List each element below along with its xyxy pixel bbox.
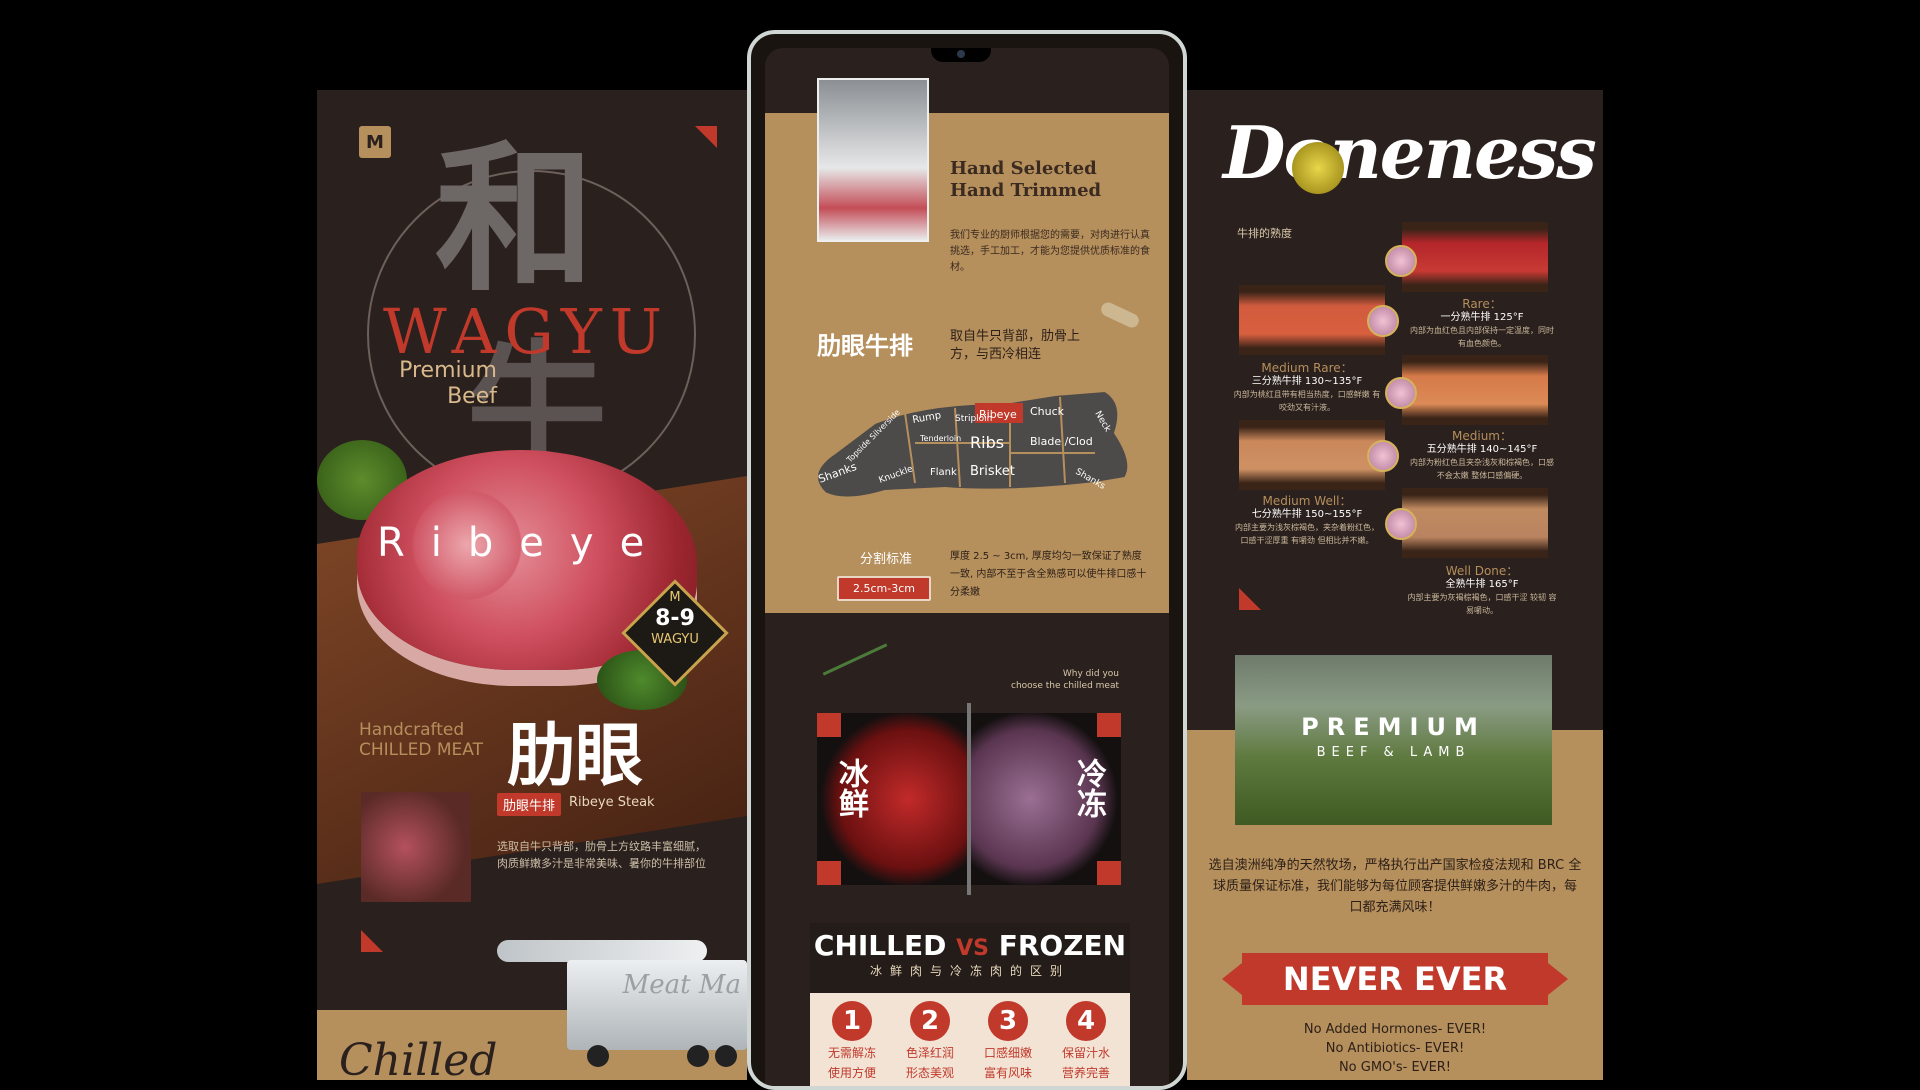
corner-accent — [817, 713, 841, 737]
ribeye-tag: 肋眼牛排 — [497, 793, 562, 816]
phone-screen: Hand Selected Hand Trimmed 我们专业的厨师根据您的需要，… — [765, 48, 1169, 1086]
rosemary-image — [822, 643, 888, 676]
never-ever-banner: NEVER EVER — [1222, 953, 1568, 1005]
corner-triangle-bottom — [361, 930, 383, 952]
cut-label: Chuck — [1030, 405, 1065, 418]
never-ever-list: No Added Hormones- EVER! No Antibiotics-… — [1187, 1020, 1603, 1077]
kanji-wa: 和 — [435, 126, 596, 313]
doneness-dot — [1367, 305, 1399, 337]
cut-label: Ribs — [970, 433, 1004, 452]
doneness-title: Doneness — [1223, 110, 1597, 195]
wagyu-flyer-panel: M 和 牛 WAGYU Premium Beef Ribeye M 8-9 WAGYU… — [317, 90, 747, 1080]
cut-label: Tenderloin — [919, 434, 961, 443]
benefit-item: 1 无需解冻 使用方便 — [816, 1001, 888, 1081]
doneness-subtitle: 牛排的熟度 — [1237, 227, 1292, 240]
doneness-rare: Rare： 一分熟牛排 125°F 内部为血红色且内部保持一定温度，同时有血色颜色。 — [1410, 297, 1554, 349]
benefit-item: 3 口感细嫩 富有风味 — [972, 1001, 1044, 1081]
steak-well-done-image — [1402, 488, 1548, 558]
ribeye-section-title: 肋眼牛排 — [817, 332, 913, 360]
steak-medium-rare-image — [1239, 285, 1385, 355]
doneness-dot — [1385, 245, 1417, 277]
chilled-vs-frozen-photo: 冰鲜 冷冻 — [817, 703, 1121, 895]
doneness-dot — [1385, 508, 1417, 540]
doneness-well-done: Well Done： 全熟牛排 165°F 内部主要为灰褐棕褐色，口感干涩 较韧 容… — [1407, 564, 1557, 616]
steak-rare-image — [1402, 222, 1548, 292]
doneness-medium: Medium： 五分熟牛排 140~145°F 内部为粉红色且夹杂浅灰和棕褐色，口感… — [1410, 429, 1554, 481]
truck-lettering: Meat Ma — [622, 970, 741, 1000]
corner-accent — [1097, 861, 1121, 885]
doneness-medium-rare: Medium Rare： 三分熟牛排 130~135°F 内部为桃红且带有相当热度，… — [1233, 361, 1381, 413]
steak-thumbnail — [361, 792, 471, 902]
phone-mockup: Hand Selected Hand Trimmed 我们专业的厨师根据您的需要，… — [747, 30, 1187, 1090]
ribeye-tag-en: Ribeye Steak — [569, 795, 655, 810]
premium-title: PREMIUM — [1301, 713, 1486, 741]
thickness-badge: 2.5cm-3cm — [837, 576, 931, 601]
cf-subtitle: 冰鲜肉与冷冻肉的区别 — [869, 964, 1070, 978]
doneness-medium-well: Medium Well： 七分熟牛排 150~155°F 内部主要为浅灰棕褐色，夹杂… — [1235, 494, 1379, 546]
olive-oil-image — [1292, 142, 1344, 194]
hand-selected-desc: 我们专业的厨师根据您的需要，对肉进行认真挑选，手工加工，才能为您提供优质标准的食… — [950, 230, 1150, 273]
handcrafted-label: Handcrafted CHILLED MEAT — [359, 720, 483, 760]
frozen-label: 冷冻 — [1071, 758, 1106, 818]
chef-trimming-photo — [817, 78, 929, 242]
corner-accent — [1097, 713, 1121, 737]
cut-standard-desc: 厚度 2.5 ~ 3cm, 厚度均匀一致保证了熟度一致, 内部不至于含全熟感可以… — [950, 551, 1147, 598]
benefit-item: 4 保留汁水 营养完善 — [1050, 1001, 1122, 1081]
cut-label: Flank — [930, 467, 957, 478]
cut-label-ribeye: Ribeye — [979, 408, 1017, 421]
benefits-list: 1 无需解冻 使用方便 2 色泽红润 形态美观 3 口感细嫩 富有风味 4 保留汁水 营养完善 — [810, 993, 1130, 1086]
ribeye-description: 选取自牛只背部，肋骨上方纹路丰富细腻，肉质鲜嫩多汁是非常美味、暑你的牛排部位 — [497, 840, 706, 870]
camera-icon — [957, 50, 965, 58]
truck-image: Meat Ma — [567, 960, 747, 1050]
divider — [967, 703, 971, 895]
list-item: No Antibiotics- EVER! — [1325, 1041, 1465, 1056]
truck-wheels — [567, 1045, 747, 1067]
why-chilled-caption: Why did you choose the chilled meat — [1011, 669, 1119, 691]
beef-cuts-diagram: Rump Striploin Ribeye Chuck Neck Topside… — [816, 389, 1130, 499]
corner-triangle — [695, 126, 717, 148]
airplane-image — [497, 940, 707, 962]
doneness-dot — [1385, 377, 1417, 409]
chilled-vs-frozen-header: CHILLED VS FROZEN 冰鲜肉与冷冻肉的区别 — [810, 923, 1130, 993]
cut-standard-label: 分割标准 — [860, 552, 913, 567]
cut-label: Brisket — [970, 464, 1015, 479]
origin-paragraph: 选自澳洲纯净的天然牧场，严格执行出产国家检疫法规和 BRC 全球质量保证标准，我… — [1208, 858, 1582, 915]
benefit-item: 2 色泽红润 形态美观 — [894, 1001, 966, 1081]
brand-logo: M — [359, 126, 391, 158]
doneness-dot — [1367, 440, 1399, 472]
corner-accent — [817, 861, 841, 885]
list-item: No GMO's- EVER! — [1338, 1060, 1452, 1075]
chilled-script-title: Chilled — [339, 1035, 498, 1080]
phone-notch — [931, 48, 991, 62]
ribeye-overlay-text: Ribeye — [377, 520, 671, 566]
grade-badge-text: M 8-9 WAGYU — [651, 590, 699, 647]
steak-medium-image — [1402, 355, 1548, 425]
premium-beef-label: Premium Beef — [399, 358, 497, 409]
cf-title: CHILLED VS FROZEN — [813, 929, 1127, 962]
hand-selected-title: Hand Selected Hand Trimmed — [950, 158, 1102, 201]
doneness-panel: Doneness 牛排的熟度 Rare： 一分熟牛排 125°F 内部为血红色且内部… — [1187, 90, 1603, 1080]
beef-lamb-subtitle: BEEF & LAMB — [1316, 745, 1471, 760]
list-item: No Added Hormones- EVER! — [1303, 1022, 1487, 1037]
steak-medium-well-image — [1239, 420, 1385, 490]
leiyan-title: 肋眼 — [507, 717, 644, 796]
chilled-label: 冰鲜 — [833, 758, 868, 818]
ribeye-section-desc: 取自牛只背部，肋骨上方，与西冷相连 — [950, 329, 1081, 362]
cut-label: Blade /Clod — [1030, 435, 1093, 448]
corner-triangle — [1239, 588, 1261, 610]
